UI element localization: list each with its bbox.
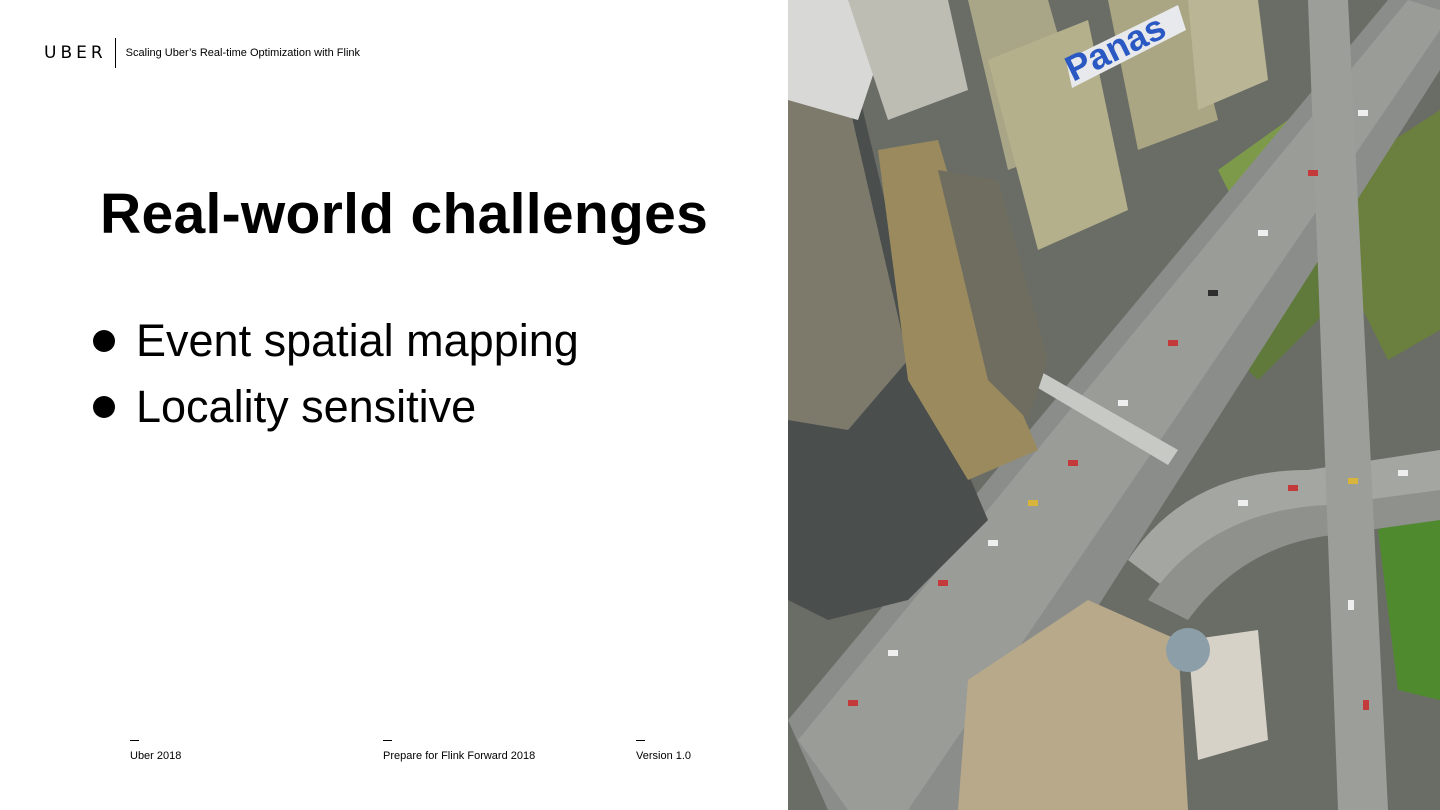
slide: UBER Scaling Uber’s Real-time Optimizati… — [0, 0, 1440, 810]
car — [1258, 230, 1268, 236]
car — [848, 700, 858, 706]
footer-dash — [130, 740, 139, 741]
bullet-dot-icon — [93, 396, 115, 418]
car — [1238, 500, 1248, 506]
car — [1168, 340, 1178, 346]
footer-center: Prepare for Flink Forward 2018 — [383, 740, 535, 763]
car — [988, 540, 998, 546]
bullet-item: Event spatial mapping — [90, 308, 579, 374]
car — [1068, 460, 1078, 466]
car — [1363, 700, 1369, 710]
car — [1288, 485, 1298, 491]
car — [1348, 600, 1354, 610]
bullet-dot-icon — [93, 330, 115, 352]
bullet-text: Event spatial mapping — [136, 315, 579, 366]
bullet-list: Event spatial mapping Locality sensitive — [90, 308, 579, 440]
car — [888, 650, 898, 656]
car — [938, 580, 948, 586]
car — [1308, 170, 1318, 176]
footer-dash — [383, 740, 392, 741]
footer-center-text: Prepare for Flink Forward 2018 — [383, 750, 536, 762]
footer-left: Uber 2018 — [130, 740, 181, 763]
aerial-city-photo: Panas — [788, 0, 1440, 810]
car — [1118, 400, 1128, 406]
bullet-item: Locality sensitive — [90, 374, 579, 440]
bullet-text: Locality sensitive — [136, 381, 477, 432]
round-structure — [1166, 628, 1210, 672]
slide-title: Real-world challenges — [100, 182, 709, 246]
header: UBER Scaling Uber’s Real-time Optimizati… — [44, 38, 360, 68]
uber-logo: UBER — [44, 43, 107, 63]
car — [1208, 290, 1218, 296]
car — [1028, 500, 1038, 506]
aerial-city-illustration: Panas — [788, 0, 1440, 810]
car — [1398, 470, 1408, 476]
footer-dash — [636, 740, 645, 741]
car — [1348, 478, 1358, 484]
footer-left-text: Uber 2018 — [130, 750, 182, 762]
deck-title: Scaling Uber’s Real-time Optimization wi… — [125, 47, 361, 59]
footer-right: Version 1.0 — [636, 740, 691, 763]
car — [1358, 110, 1368, 116]
footer-right-text: Version 1.0 — [636, 750, 692, 762]
header-divider — [114, 38, 116, 68]
